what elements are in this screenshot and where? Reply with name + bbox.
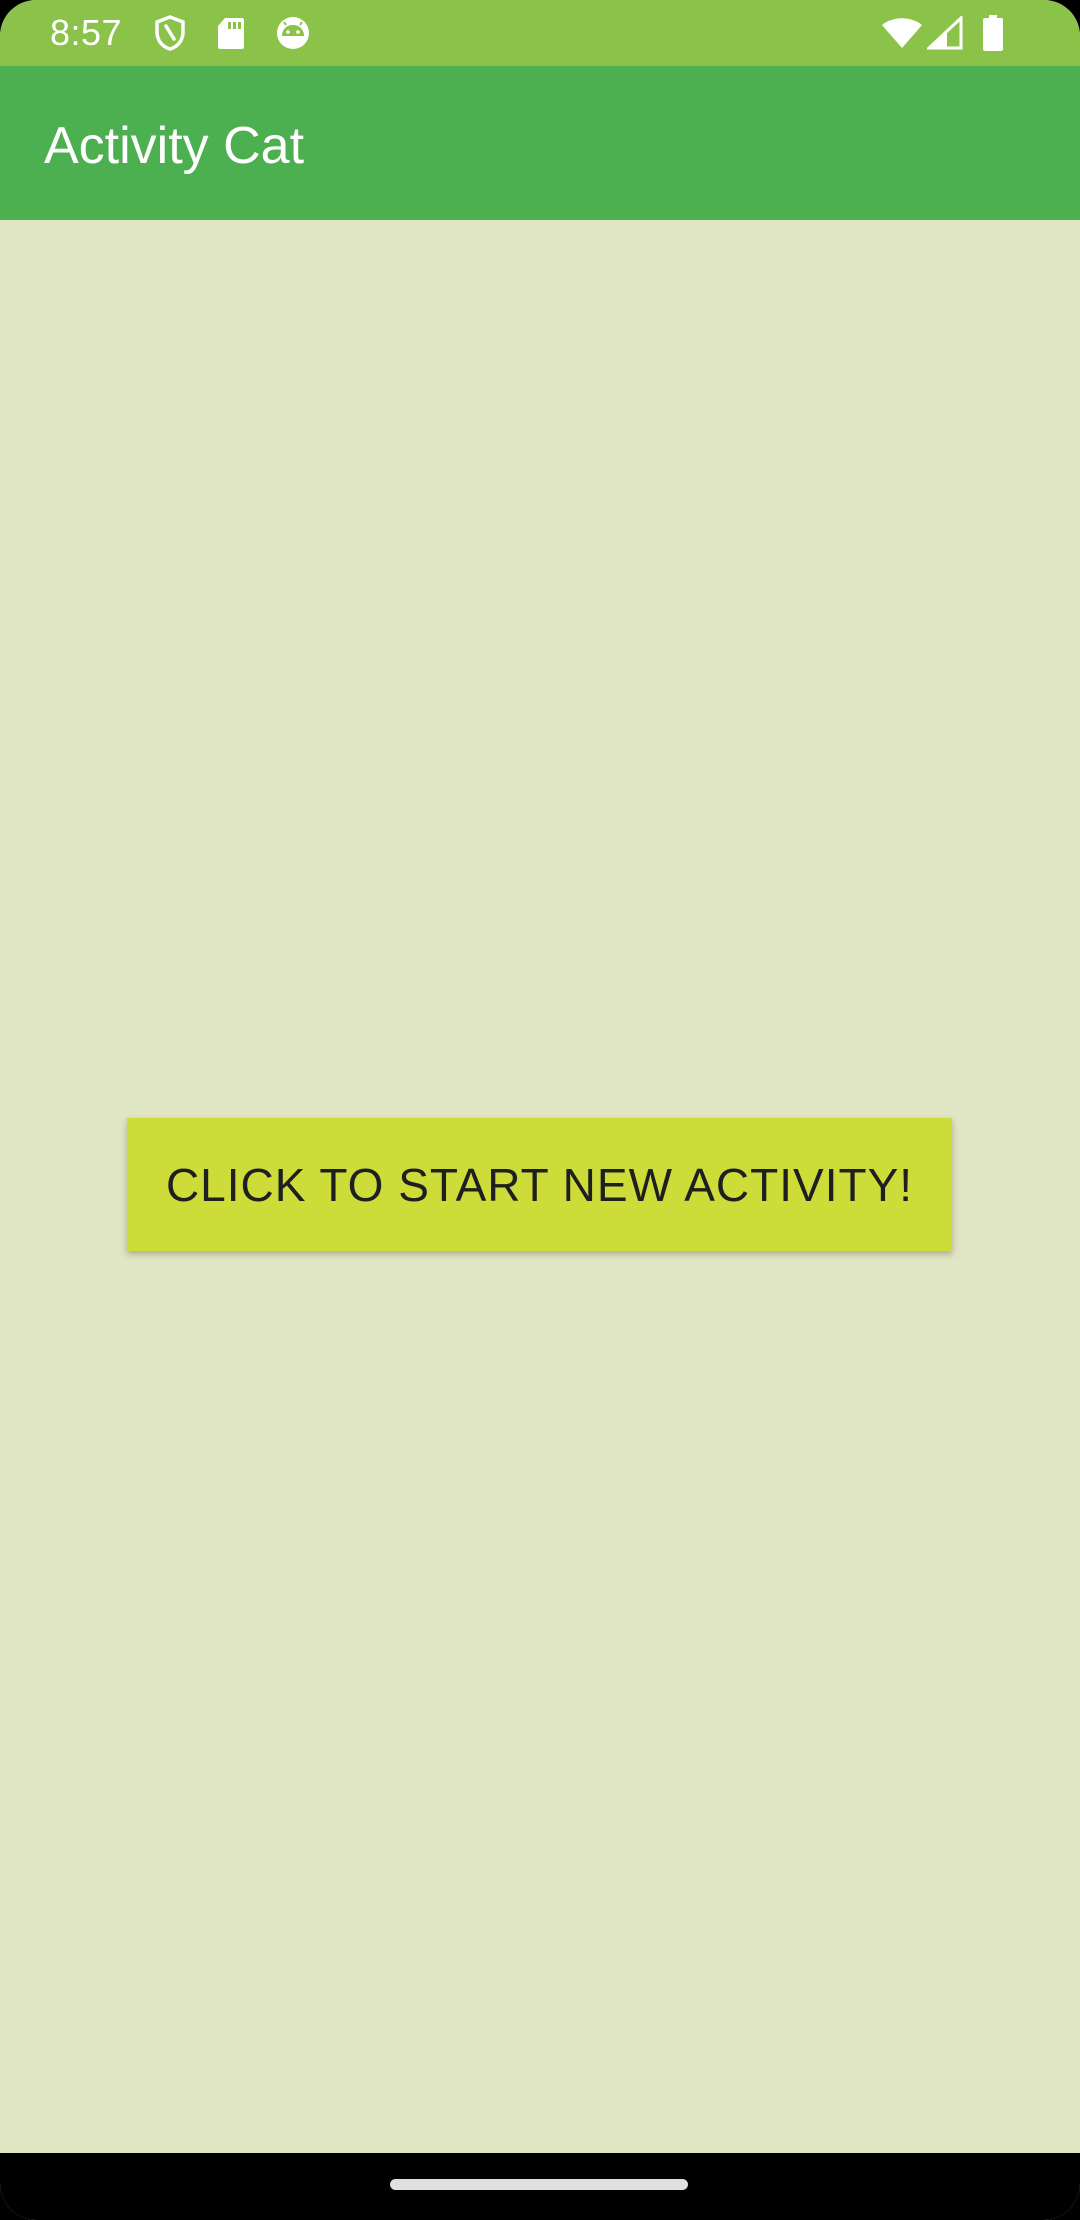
- navigation-bar: [0, 2153, 1080, 2220]
- app-bar: Activity Cat: [0, 66, 1080, 220]
- sd-card-icon: [216, 14, 246, 52]
- phone-screen: 8:57 Activity Cat CLICK TO START NEW ACT…: [0, 0, 1080, 2220]
- android-head-icon: [274, 14, 312, 52]
- home-gesture-handle[interactable]: [390, 2179, 688, 2190]
- wifi-icon: [880, 14, 924, 52]
- battery-icon: [980, 14, 1006, 52]
- status-bar: 8:57: [0, 0, 1080, 66]
- shield-icon: [152, 14, 188, 52]
- app-title: Activity Cat: [44, 117, 305, 175]
- start-new-activity-button[interactable]: CLICK TO START NEW ACTIVITY!: [127, 1118, 952, 1251]
- status-time: 8:57: [50, 12, 123, 53]
- cell-signal-icon: [926, 14, 964, 52]
